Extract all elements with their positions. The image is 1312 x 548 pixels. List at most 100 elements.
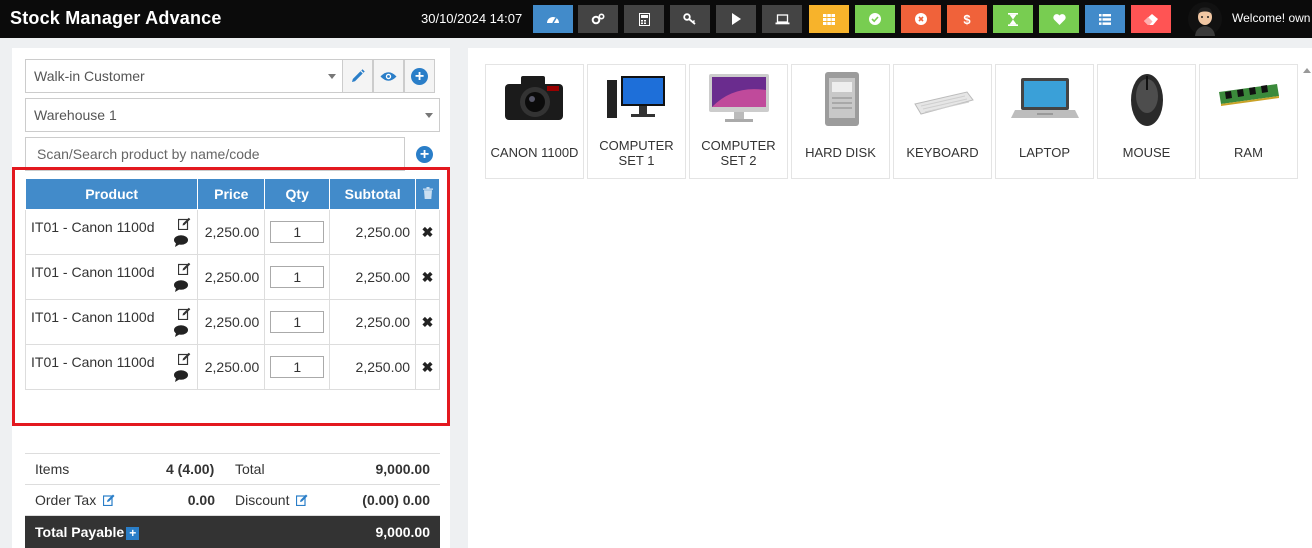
add-customer-button[interactable]: + bbox=[404, 59, 435, 93]
col-product-header: Product bbox=[24, 178, 199, 210]
totals-table: Items 4 (4.00) Total 9,000.00 Order Tax … bbox=[25, 453, 440, 548]
list-icon bbox=[1099, 13, 1111, 25]
view-customer-button[interactable] bbox=[373, 59, 404, 93]
quantity-input[interactable] bbox=[270, 311, 325, 333]
cart-table: Product Price Qty Subtotal IT01 - Canon … bbox=[24, 178, 440, 390]
edit-discount-icon[interactable] bbox=[296, 494, 308, 506]
comment-icon[interactable] bbox=[174, 325, 189, 337]
laptop-icon bbox=[775, 13, 789, 24]
dashboard-icon bbox=[547, 17, 559, 24]
remove-item-icon[interactable]: ✖ bbox=[415, 344, 440, 390]
times-circle-icon bbox=[915, 13, 927, 25]
quantity-input[interactable] bbox=[270, 221, 325, 243]
cart-price-cell: 2,250.00 bbox=[197, 299, 266, 345]
cart-product-cell: IT01 - Canon 1100d bbox=[24, 254, 199, 300]
plus-square-icon[interactable]: + bbox=[126, 527, 140, 540]
product-tile[interactable]: MOUSE bbox=[1097, 64, 1196, 179]
cart-qty-cell bbox=[264, 209, 331, 255]
user-avatar[interactable] bbox=[1188, 2, 1222, 36]
product-tile[interactable]: COMPUTER SET 2 bbox=[689, 64, 788, 179]
order-tax-label-group: Order Tax bbox=[35, 492, 115, 508]
computer-set-image bbox=[606, 76, 665, 118]
product-tile[interactable]: CANON 1100D bbox=[485, 64, 584, 179]
customer-display-button[interactable] bbox=[762, 5, 802, 33]
shortcut-keys-button[interactable] bbox=[670, 5, 710, 33]
comment-icon[interactable] bbox=[174, 280, 189, 292]
remove-item-icon[interactable]: ✖ bbox=[415, 299, 440, 345]
edit-item-icon[interactable] bbox=[178, 262, 191, 275]
cart-product-name[interactable]: IT01 - Canon 1100d bbox=[31, 354, 155, 370]
product-tile-label: COMPUTER SET 1 bbox=[599, 138, 674, 168]
comment-icon[interactable] bbox=[174, 235, 189, 247]
clear-cart-button[interactable] bbox=[415, 178, 440, 210]
favourite-button[interactable] bbox=[1039, 5, 1079, 33]
cart-row: IT01 - Canon 1100d2,250.002,250.00✖ bbox=[24, 254, 440, 300]
list-sales-button[interactable] bbox=[1085, 5, 1125, 33]
remove-item-icon[interactable]: ✖ bbox=[415, 254, 440, 300]
search-placeholder: Scan/Search product by name/code bbox=[37, 146, 260, 162]
edit-item-icon[interactable] bbox=[178, 307, 191, 320]
total-payable-row: Total Payable + 9,000.00 bbox=[25, 516, 440, 548]
product-tile[interactable]: COMPUTER SET 1 bbox=[587, 64, 686, 179]
view-bill-button[interactable] bbox=[716, 5, 756, 33]
product-tile-label: COMPUTER SET 2 bbox=[701, 138, 776, 168]
warehouse-select-value: Warehouse 1 bbox=[34, 107, 117, 123]
discount-label-group: Discount bbox=[235, 492, 308, 508]
col-qty-header: Qty bbox=[264, 178, 331, 210]
add-expense-button[interactable]: $ bbox=[947, 5, 987, 33]
welcome-text[interactable]: Welcome! own bbox=[1232, 11, 1310, 25]
warehouse-select[interactable]: Warehouse 1 bbox=[25, 98, 440, 132]
today-sale-button[interactable] bbox=[993, 5, 1033, 33]
cart-product-name[interactable]: IT01 - Canon 1100d bbox=[31, 219, 155, 235]
check-circle-icon bbox=[869, 13, 881, 25]
heart-icon bbox=[1052, 13, 1066, 25]
product-tile[interactable]: HARD DISK bbox=[791, 64, 890, 179]
cart-product-cell: IT01 - Canon 1100d bbox=[24, 209, 199, 255]
calculator-button[interactable] bbox=[624, 5, 664, 33]
remove-item-icon[interactable]: ✖ bbox=[415, 209, 440, 255]
cart-product-name[interactable]: IT01 - Canon 1100d bbox=[31, 264, 155, 280]
scroll-up-arrow[interactable] bbox=[1303, 68, 1311, 73]
eraser-icon bbox=[1144, 13, 1158, 25]
keyboard-image bbox=[913, 91, 974, 115]
quantity-input[interactable] bbox=[270, 356, 325, 378]
mouse-image bbox=[1130, 74, 1163, 126]
open-register-button[interactable] bbox=[855, 5, 895, 33]
total-value: 9,000.00 bbox=[375, 461, 431, 477]
items-label: Items bbox=[35, 461, 70, 477]
product-tile[interactable]: KEYBOARD bbox=[893, 64, 992, 179]
cart-row: IT01 - Canon 1100d2,250.002,250.00✖ bbox=[24, 209, 440, 255]
clear-ls-button[interactable] bbox=[1131, 5, 1171, 33]
dashboard-button[interactable] bbox=[533, 5, 573, 33]
imac-image bbox=[708, 74, 769, 122]
edit-order-tax-icon[interactable] bbox=[103, 494, 115, 506]
product-tile-label: KEYBOARD bbox=[906, 145, 979, 160]
cart-row: IT01 - Canon 1100d2,250.002,250.00✖ bbox=[24, 299, 440, 345]
edit-item-icon[interactable] bbox=[178, 352, 191, 365]
pos-left-panel: Walk-in Customer + Warehouse 1 Scan/Sear… bbox=[12, 48, 450, 548]
hard-disk-image bbox=[824, 72, 859, 126]
product-search-input[interactable]: Scan/Search product by name/code bbox=[25, 137, 405, 171]
product-tile[interactable]: RAM bbox=[1199, 64, 1298, 179]
chevron-down-icon bbox=[425, 113, 433, 118]
col-price-header: Price bbox=[197, 178, 266, 210]
hourglass-icon bbox=[1008, 12, 1018, 26]
cart-subtotal-cell: 2,250.00 bbox=[329, 299, 417, 345]
edit-item-icon[interactable] bbox=[178, 217, 191, 230]
comment-icon[interactable] bbox=[174, 370, 189, 382]
suspended-sales-button[interactable] bbox=[809, 5, 849, 33]
edit-customer-button[interactable] bbox=[342, 59, 373, 93]
quantity-input[interactable] bbox=[270, 266, 325, 288]
order-tax-value: 0.00 bbox=[187, 492, 215, 508]
totals-row-items: Items 4 (4.00) Total 9,000.00 bbox=[25, 454, 440, 485]
settings-button[interactable] bbox=[578, 5, 618, 33]
cart-product-name[interactable]: IT01 - Canon 1100d bbox=[31, 309, 155, 325]
close-register-button[interactable] bbox=[901, 5, 941, 33]
product-tile[interactable]: LAPTOP bbox=[995, 64, 1094, 179]
discount-label: Discount bbox=[235, 492, 290, 508]
cart-row: IT01 - Canon 1100d2,250.002,250.00✖ bbox=[24, 344, 440, 390]
customer-select[interactable]: Walk-in Customer bbox=[25, 59, 343, 93]
add-manual-product-button[interactable]: + bbox=[409, 137, 440, 171]
app-title[interactable]: Stock Manager Advance bbox=[10, 8, 222, 29]
product-tile-label: LAPTOP bbox=[1018, 145, 1071, 160]
